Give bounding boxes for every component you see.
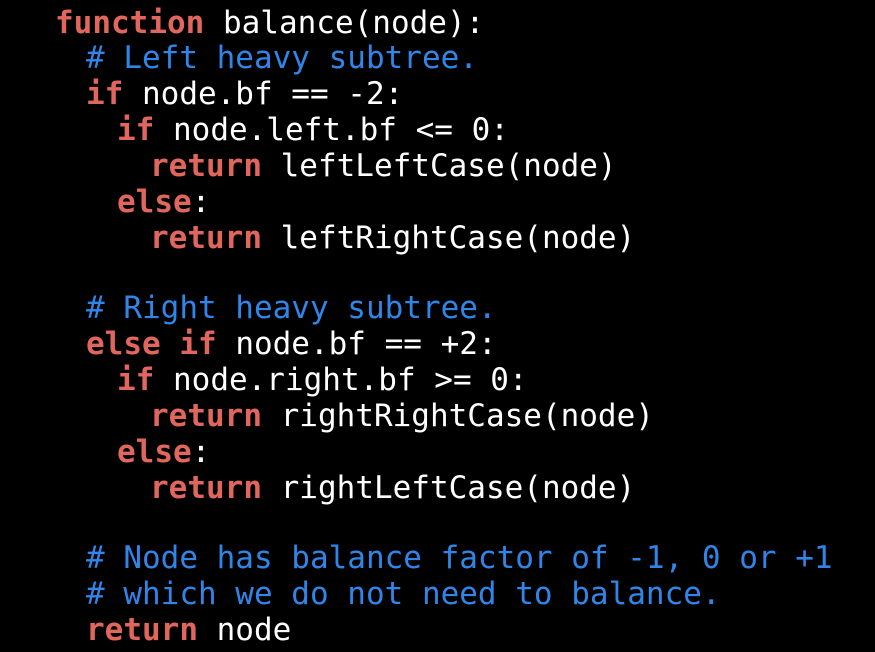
code-line: function balance(node): xyxy=(55,5,484,41)
keyword: return xyxy=(150,220,262,256)
code-line: if node.right.bf >= 0: xyxy=(117,362,528,398)
code-text: : xyxy=(191,434,211,470)
code-line: if node.bf == -2: xyxy=(86,76,403,112)
keyword: else xyxy=(117,184,192,220)
code-line: return rightRightCase(node) xyxy=(150,398,654,434)
keyword: return xyxy=(86,612,198,648)
keyword: if xyxy=(117,362,155,398)
keyword: if xyxy=(86,76,124,112)
code-text: balance(node): xyxy=(204,5,485,41)
code-line: else: xyxy=(117,434,210,470)
code-text: node.left.bf <= 0: xyxy=(154,112,509,148)
code-text: : xyxy=(191,184,211,220)
code-text: leftLeftCase(node) xyxy=(261,148,617,184)
code-line: if node.left.bf <= 0: xyxy=(117,112,509,148)
code-text: rightRightCase(node) xyxy=(261,398,654,434)
code-text: leftRightCase(node) xyxy=(261,220,636,256)
code-text: node.bf == +2: xyxy=(216,326,497,362)
code-line: else: xyxy=(117,184,210,220)
code-text: node xyxy=(197,612,292,648)
code-block: function balance(node): # Left heavy subt… xyxy=(0,0,875,652)
keyword: return xyxy=(150,398,262,434)
keyword: if xyxy=(117,112,155,148)
code-line: return rightLeftCase(node) xyxy=(150,470,635,506)
code-text: node.right.bf >= 0: xyxy=(154,362,528,398)
keyword: return xyxy=(150,148,262,184)
comment: # Left heavy subtree. xyxy=(86,40,478,76)
code-line: # Left heavy subtree. xyxy=(86,40,478,76)
comment: # which we do not need to balance. xyxy=(86,576,721,612)
comment: # Node has balance factor of -1, 0 or +1 xyxy=(86,540,833,576)
code-line: return leftRightCase(node) xyxy=(150,220,635,256)
keyword: return xyxy=(150,470,262,506)
comment: # Right heavy subtree. xyxy=(86,290,497,326)
keyword: else xyxy=(117,434,192,470)
keyword: else if xyxy=(86,326,217,362)
code-line: else if node.bf == +2: xyxy=(86,326,497,362)
code-line: # Node has balance factor of -1, 0 or +1 xyxy=(86,540,833,576)
code-line: # Right heavy subtree. xyxy=(86,290,497,326)
code-text: node.bf == -2: xyxy=(123,76,404,112)
code-line: return leftLeftCase(node) xyxy=(150,148,617,184)
keyword: function xyxy=(55,5,205,41)
code-text: rightLeftCase(node) xyxy=(261,470,636,506)
code-line: return node xyxy=(86,612,291,648)
code-line: # which we do not need to balance. xyxy=(86,576,721,612)
